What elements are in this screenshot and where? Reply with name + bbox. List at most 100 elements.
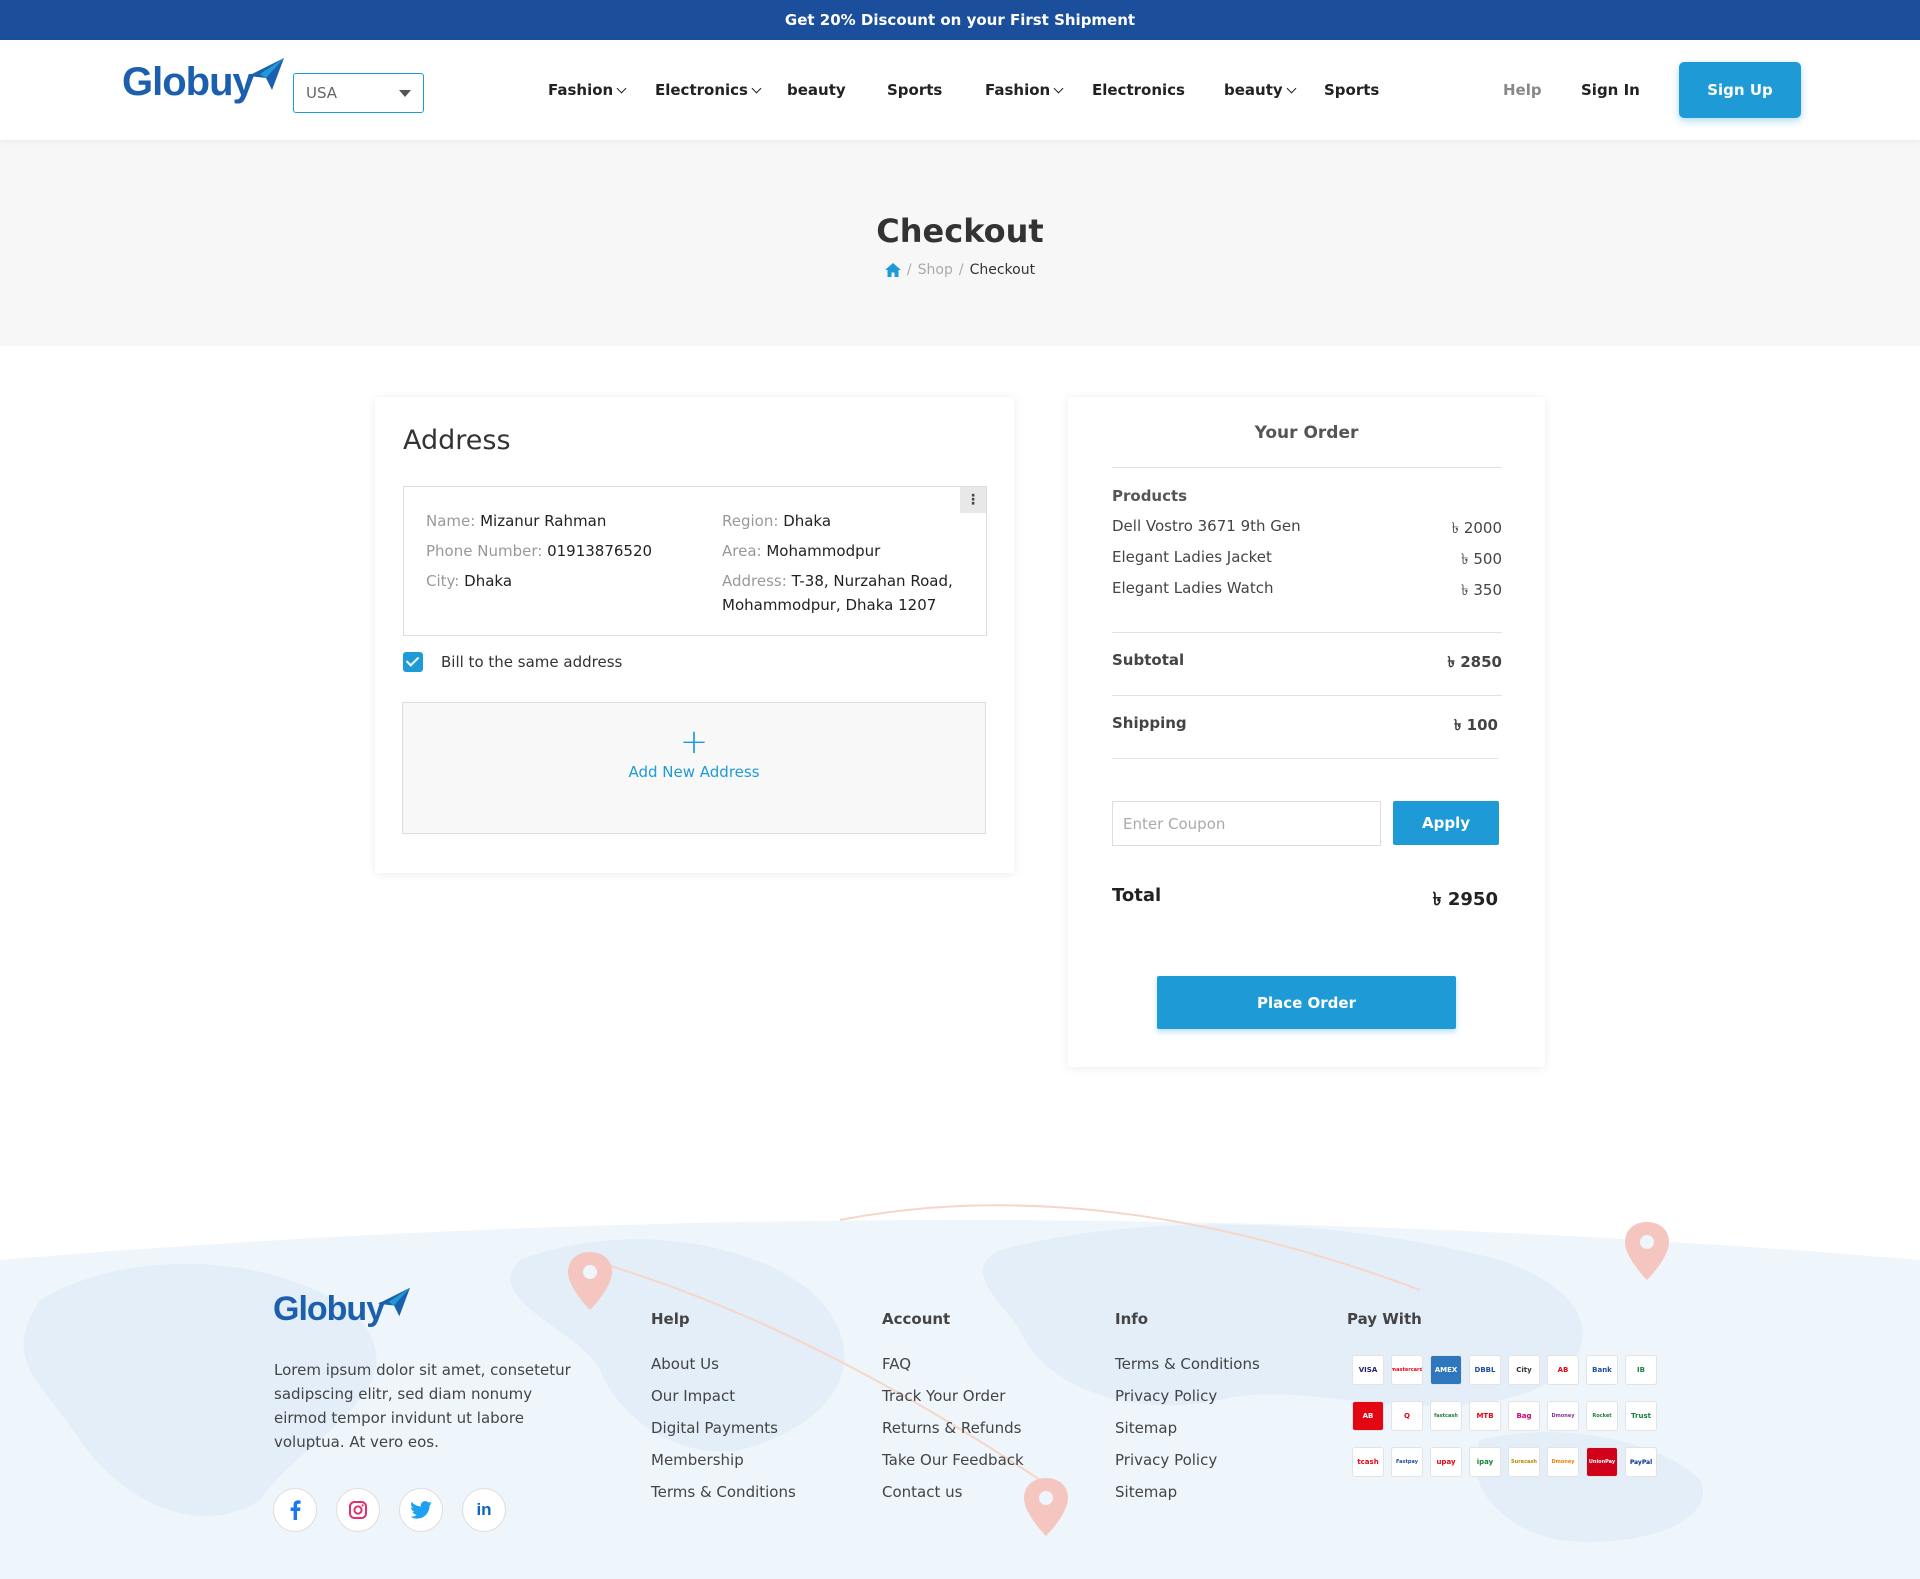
footer-link[interactable]: Membership (651, 1444, 796, 1476)
nav-item-electronics[interactable]: Electronics (1092, 81, 1185, 99)
page-title: Checkout (876, 212, 1044, 250)
footer-column-title: Pay With (1347, 1310, 1422, 1328)
footer-link[interactable]: Terms & Conditions (651, 1476, 796, 1508)
country-select[interactable]: USA (293, 73, 424, 113)
islami-bank-logo-icon: IB (1625, 1355, 1657, 1385)
more-options-icon[interactable]: ⋮ (960, 487, 986, 513)
address-entry[interactable]: ⋮ Name: Mizanur Rahman Phone Number: 019… (403, 486, 987, 636)
fastpay-logo-icon: Fastpay (1391, 1447, 1423, 1477)
footer-link[interactable]: Terms & Conditions (1115, 1348, 1260, 1380)
instagram-icon[interactable] (336, 1488, 380, 1532)
divider (1112, 632, 1502, 633)
footer-link[interactable]: Take Our Feedback (882, 1444, 1024, 1476)
footer-link[interactable]: Our Impact (651, 1380, 796, 1412)
coupon-input[interactable]: Enter Coupon (1112, 801, 1381, 846)
chevron-down-icon (1286, 83, 1297, 93)
amex-logo-icon: AMEX (1430, 1355, 1462, 1385)
nav-item-electronics[interactable]: Electronics (655, 81, 762, 99)
shipping-row: Shipping ৳ 100 (1112, 714, 1498, 734)
add-new-address-button[interactable]: + Add New Address (402, 702, 986, 834)
signup-button[interactable]: Sign Up (1679, 62, 1801, 118)
footer-link[interactable]: Privacy Policy (1115, 1380, 1260, 1412)
footer-description: Lorem ipsum dolor sit amet, consetetur s… (274, 1361, 571, 1451)
ab-bank-logo-icon: AB (1547, 1355, 1579, 1385)
divider (1112, 758, 1498, 759)
apply-coupon-button[interactable]: Apply (1393, 801, 1499, 845)
bill-same-label: Bill to the same address (441, 653, 623, 671)
footer-link[interactable]: Sitemap (1115, 1412, 1260, 1444)
city-bank-logo-icon: City (1508, 1355, 1540, 1385)
order-product-row: Dell Vostro 3671 9th Gen ৳ 2000 (1112, 517, 1502, 537)
nav-item-sports[interactable]: Sports (887, 81, 942, 99)
upay-logo-icon: upay (1430, 1447, 1462, 1477)
footer-link[interactable]: Digital Payments (651, 1412, 796, 1444)
nav-label: Fashion (548, 81, 614, 99)
plus-icon: + (679, 722, 709, 762)
signin-link[interactable]: Sign In (1581, 81, 1640, 99)
footer-link[interactable]: Sitemap (1115, 1476, 1260, 1508)
fastcash-logo-icon: fastcash (1430, 1401, 1462, 1431)
address-region: Region: Dhaka (722, 512, 832, 530)
nav-item-sports[interactable]: Sports (1324, 81, 1379, 99)
address-phone: Phone Number: 01913876520 (426, 542, 653, 560)
home-icon[interactable] (884, 263, 901, 277)
breadcrumb-shop[interactable]: Shop (918, 262, 953, 278)
footer-column-title: Info (1115, 1310, 1149, 1328)
nav-label: Electronics (655, 81, 748, 99)
paper-plane-icon (378, 1287, 411, 1316)
nav-label: Sports (1324, 81, 1380, 99)
nav-item-beauty[interactable]: beauty (1224, 81, 1297, 99)
twitter-icon[interactable] (399, 1488, 443, 1532)
breadcrumb-separator: / (906, 262, 912, 278)
products-label: Products (1112, 487, 1188, 505)
checkbox-checked[interactable] (403, 652, 423, 672)
footer-link[interactable]: FAQ (882, 1348, 1024, 1380)
footer-link[interactable]: Contact us (882, 1476, 1024, 1508)
chevron-down-icon (751, 83, 762, 93)
visa-logo-icon: VISA (1352, 1355, 1384, 1385)
nav-item-fashion[interactable]: Fashion (548, 81, 627, 99)
subtotal-row: Subtotal ৳ 2850 (1112, 651, 1502, 671)
mastercard-logo-icon: mastercard (1391, 1355, 1423, 1385)
rocket-logo-icon: Rocket (1586, 1401, 1618, 1431)
breadcrumb-current: Checkout (969, 262, 1036, 278)
footer-help-column: Help About Us Our Impact Digital Payment… (651, 1310, 796, 1508)
footer-link[interactable]: About Us (651, 1348, 796, 1380)
caret-down-icon (399, 89, 411, 97)
ipay-logo-icon: ipay (1469, 1447, 1501, 1477)
facebook-icon[interactable] (273, 1488, 317, 1532)
nav-item-fashion[interactable]: Fashion (985, 81, 1064, 99)
site-footer: Globuy Lorem ipsum dolor sit amet, conse… (0, 1200, 1920, 1579)
surecash-logo-icon: Surecash (1508, 1447, 1540, 1477)
page-hero: Checkout / Shop / Checkout (0, 140, 1920, 346)
brand-logo[interactable]: Globuy (122, 57, 286, 105)
linkedin-icon[interactable]: in (462, 1488, 506, 1532)
footer-link[interactable]: Returns & Refunds (882, 1412, 1024, 1444)
address-area: Area: Mohammodpur (722, 542, 881, 560)
chevron-down-icon (1053, 83, 1064, 93)
footer-link[interactable]: Track Your Order (882, 1380, 1024, 1412)
bill-same-checkbox-row[interactable]: Bill to the same address (403, 652, 622, 672)
address-city: City: Dhaka (426, 572, 513, 590)
footer-logo[interactable]: Globuy (273, 1287, 412, 1329)
tcash-logo-icon: tcash (1352, 1447, 1384, 1477)
mtb-logo-icon: MTB (1469, 1401, 1501, 1431)
promo-text: Get 20% Discount on your First Shipment (784, 11, 1136, 29)
total-row: Total ৳ 2950 (1112, 885, 1498, 910)
footer-pay-column: Pay With (1347, 1310, 1422, 1348)
help-link[interactable]: Help (1503, 81, 1542, 99)
nav-label: beauty (1224, 81, 1283, 99)
place-order-button[interactable]: Place Order (1157, 976, 1456, 1029)
order-summary-card: Your Order Products Dell Vostro 3671 9th… (1068, 397, 1545, 1067)
paper-plane-icon (247, 57, 284, 90)
payment-methods-grid: VISA mastercard AMEX DBBL City AB Bank I… (1352, 1355, 1657, 1477)
breadcrumb-separator: / (958, 262, 964, 278)
order-product-row: Elegant Ladies Jacket ৳ 500 (1112, 548, 1502, 568)
footer-link[interactable]: Privacy Policy (1115, 1444, 1260, 1476)
order-product-row: Elegant Ladies Watch ৳ 350 (1112, 579, 1502, 599)
promo-banner: Get 20% Discount on your First Shipment (0, 0, 1920, 40)
nav-item-beauty[interactable]: beauty (787, 81, 846, 99)
footer-column-title: Help (651, 1310, 690, 1328)
dmoney-logo-icon: Dmoney (1547, 1447, 1579, 1477)
dbbl-logo-icon: DBBL (1469, 1355, 1501, 1385)
